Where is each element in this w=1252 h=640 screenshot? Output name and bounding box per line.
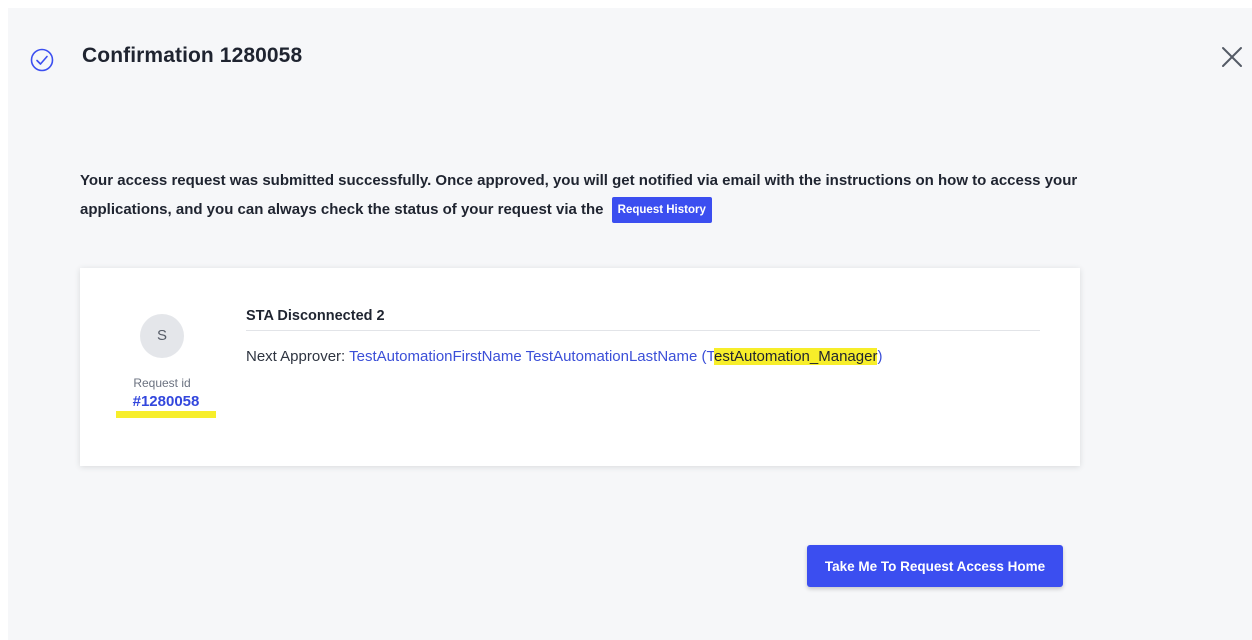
next-approver: Next Approver: TestAutomationFirstName T… [246, 348, 882, 365]
approver-username: estAutomation_Manager [714, 348, 878, 365]
approver-paren-close: ) [877, 348, 883, 365]
request-id-label: Request id [133, 376, 191, 390]
request-history-button[interactable]: Request History [611, 197, 712, 224]
request-access-home-button[interactable]: Take Me To Request Access Home [807, 545, 1063, 587]
check-circle-icon [30, 48, 54, 72]
confirmation-dialog: Confirmation 1280058 Your access request… [8, 8, 1252, 640]
avatar: S [140, 314, 184, 358]
approver-name-link[interactable]: TestAutomationFirstName TestAutomationLa… [349, 348, 882, 365]
approver-paren-open: (T [701, 348, 715, 365]
request-card: S Request id #1280058 STA Disconnected 2… [80, 268, 1080, 466]
success-message: Your access request was submitted succes… [80, 166, 1090, 224]
close-icon[interactable] [1221, 46, 1243, 68]
next-approver-label: Next Approver: [246, 348, 346, 365]
dialog-title: Confirmation 1280058 [82, 44, 303, 67]
approver-full-name: TestAutomationFirstName TestAutomationLa… [349, 348, 698, 365]
request-id-link[interactable]: #1280058 [116, 392, 216, 418]
application-name: STA Disconnected 2 [246, 308, 1040, 331]
success-message-text: Your access request was submitted succes… [80, 172, 1078, 218]
